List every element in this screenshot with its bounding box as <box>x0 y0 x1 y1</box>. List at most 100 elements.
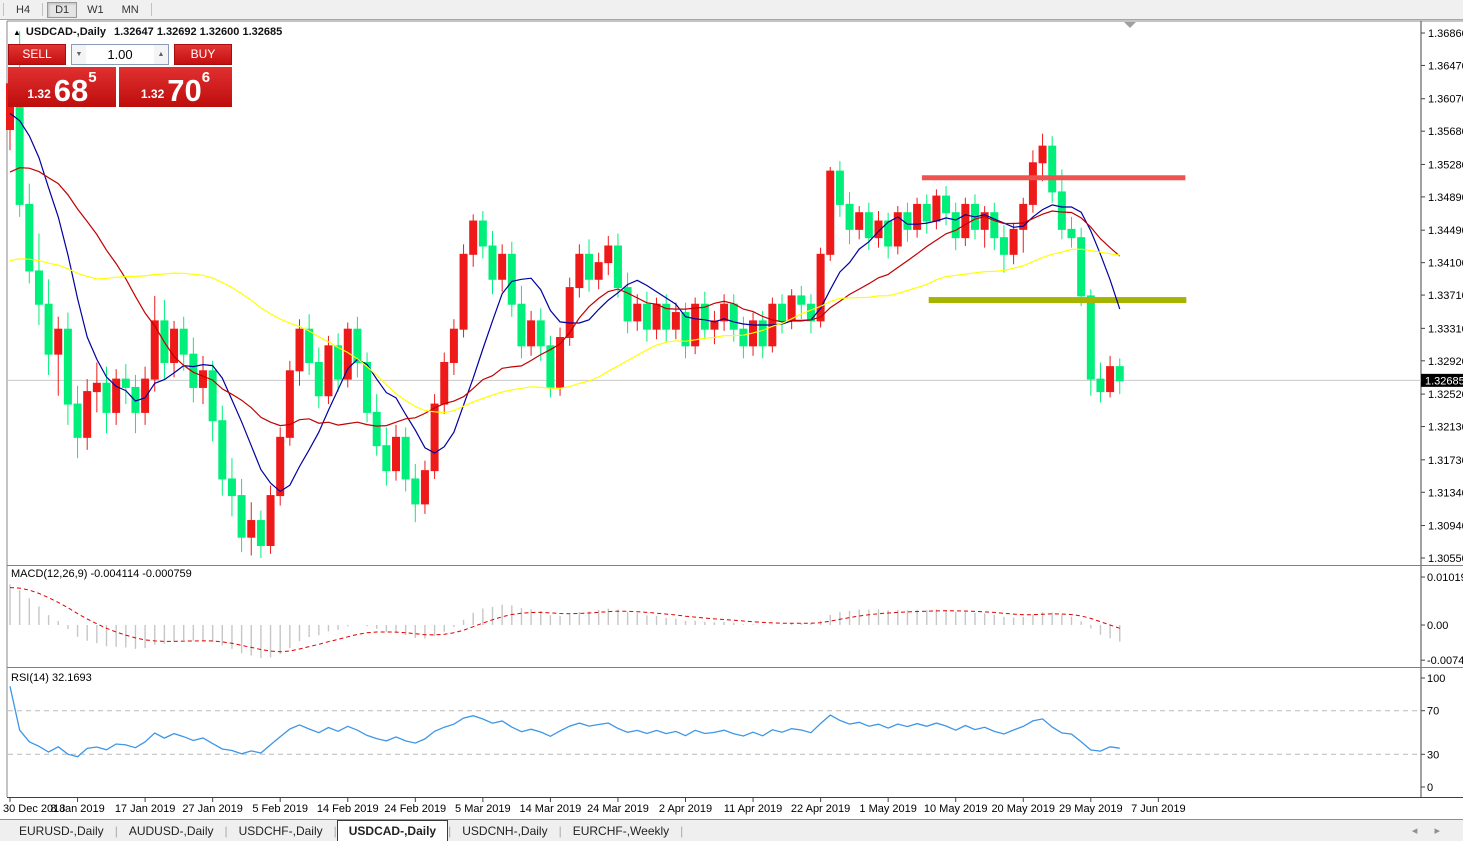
buy-button[interactable]: BUY <box>174 44 232 65</box>
volume-stepper: ▼ ▲ <box>71 44 169 65</box>
period-button-mn[interactable]: MN <box>114 2 147 18</box>
candle <box>807 304 814 321</box>
collapse-icon[interactable]: ▲ <box>13 28 21 37</box>
price-axis-label: 1.33710 <box>1428 290 1463 302</box>
rsi-axis-label: 100 <box>1427 673 1445 685</box>
candle <box>402 437 409 479</box>
volume-increase-button[interactable]: ▲ <box>154 45 168 64</box>
candle <box>634 304 641 321</box>
price-axis-label: 1.35680 <box>1428 126 1463 138</box>
date-axis-label: 11 Apr 2019 <box>724 803 783 815</box>
candle <box>35 271 42 304</box>
macd-axis-label: 0.00 <box>1427 620 1448 632</box>
candle <box>1116 367 1123 381</box>
candle <box>865 213 872 238</box>
candle <box>904 213 911 230</box>
candle <box>730 304 737 329</box>
price-axis-label: 1.36470 <box>1428 60 1463 72</box>
buy-price-main: 70 <box>167 76 201 105</box>
candle <box>856 213 863 230</box>
sell-price-box[interactable]: 1.32 68 5 <box>8 67 116 107</box>
candle <box>470 221 477 254</box>
candle <box>740 329 747 346</box>
candle <box>228 479 235 496</box>
volume-input[interactable] <box>86 45 154 64</box>
price-axis-label: 1.31730 <box>1428 455 1463 467</box>
candle <box>219 421 226 479</box>
period-toolbar: H4 D1W1MN <box>0 0 1463 20</box>
volume-decrease-button[interactable]: ▼ <box>72 45 86 64</box>
date-axis-label: 10 May 2019 <box>924 803 988 815</box>
candle <box>672 313 679 330</box>
date-axis-label: 22 Apr 2019 <box>791 803 850 815</box>
candle <box>55 329 62 354</box>
period-button-w1[interactable]: W1 <box>79 2 112 18</box>
candle <box>1039 146 1046 163</box>
candle <box>605 246 612 263</box>
toolbar-separator <box>42 3 43 16</box>
price-axis-label: 1.34490 <box>1428 225 1463 237</box>
candle <box>277 437 284 495</box>
chart-tab-eurchf[interactable]: EURCHF-,Weekly <box>562 822 680 841</box>
chart-tab-bar: EURUSD-,Daily|AUDUSD-,Daily|USDCHF-,Dail… <box>0 819 1463 841</box>
candle <box>933 196 940 221</box>
period-button-h4[interactable]: H4 <box>8 2 38 18</box>
candle <box>991 213 998 238</box>
date-axis-label: 20 May 2019 <box>991 803 1055 815</box>
rsi-label: RSI(14) 32.1693 <box>11 672 92 684</box>
macd-axis-label: -0.007476 <box>1427 655 1463 667</box>
period-button-d1[interactable]: D1 <box>47 2 77 18</box>
chart-header: ▲USDCAD-,Daily1.32647 1.32692 1.32600 1.… <box>13 26 282 38</box>
tab-scroll-left-icon[interactable]: ◂ <box>1412 825 1418 837</box>
toolbar-separator <box>151 3 152 16</box>
price-axis-label: 1.32130 <box>1428 422 1463 434</box>
candle <box>306 329 313 362</box>
chart-tab-usdchf[interactable]: USDCHF-,Daily <box>228 822 334 841</box>
chart-tab-usdcad[interactable]: USDCAD-,Daily <box>337 820 448 841</box>
candle <box>142 379 149 412</box>
price-axis-label: 1.31340 <box>1428 487 1463 499</box>
candle <box>248 521 255 538</box>
toolbar-separator <box>3 3 4 16</box>
chart-background <box>4 19 1463 820</box>
candle <box>827 171 834 254</box>
candle <box>846 204 853 229</box>
candle <box>364 362 371 412</box>
price-axis-label: 1.30550 <box>1428 553 1463 565</box>
candle <box>209 371 216 421</box>
candle <box>450 329 457 362</box>
buy-price-box[interactable]: 1.32 70 6 <box>119 67 232 107</box>
buy-price-prefix: 1.32 <box>141 87 164 101</box>
candle <box>508 254 515 304</box>
candle <box>836 171 843 204</box>
tab-scroll-right-icon[interactable]: ▸ <box>1434 825 1440 837</box>
candle <box>653 304 660 329</box>
candle <box>489 246 496 279</box>
chart-tab-usdcnh[interactable]: USDCNH-,Daily <box>451 822 558 841</box>
candle <box>1029 163 1036 205</box>
candle <box>643 304 650 329</box>
date-axis-label: 24 Feb 2019 <box>384 803 446 815</box>
candle <box>122 379 129 387</box>
candle <box>952 213 959 238</box>
tab-separator: | <box>680 822 683 841</box>
support-line <box>929 297 1187 303</box>
candle <box>393 437 400 470</box>
date-axis-label: 27 Jan 2019 <box>182 803 243 815</box>
price-axis-label: 1.33310 <box>1428 323 1463 335</box>
candle <box>566 288 573 338</box>
sell-button[interactable]: SELL <box>8 44 66 65</box>
macd-label: MACD(12,26,9) -0.004114 -0.000759 <box>11 568 192 580</box>
chart-tab-eurusd[interactable]: EURUSD-,Daily <box>8 822 115 841</box>
date-axis-label: 17 Jan 2019 <box>115 803 176 815</box>
candle <box>576 254 583 287</box>
candle <box>1087 296 1094 379</box>
chart-tab-audusd[interactable]: AUDUSD-,Daily <box>118 822 225 841</box>
chart-title: USDCAD-,Daily <box>26 26 106 38</box>
candle <box>923 204 930 221</box>
sell-price-prefix: 1.32 <box>27 87 50 101</box>
chart-canvas[interactable]: 1.368601.364701.360701.356801.352801.348… <box>0 19 1463 820</box>
candle <box>779 304 786 321</box>
price-axis-label: 1.36860 <box>1428 28 1463 40</box>
price-axis-label: 1.34100 <box>1428 258 1463 270</box>
